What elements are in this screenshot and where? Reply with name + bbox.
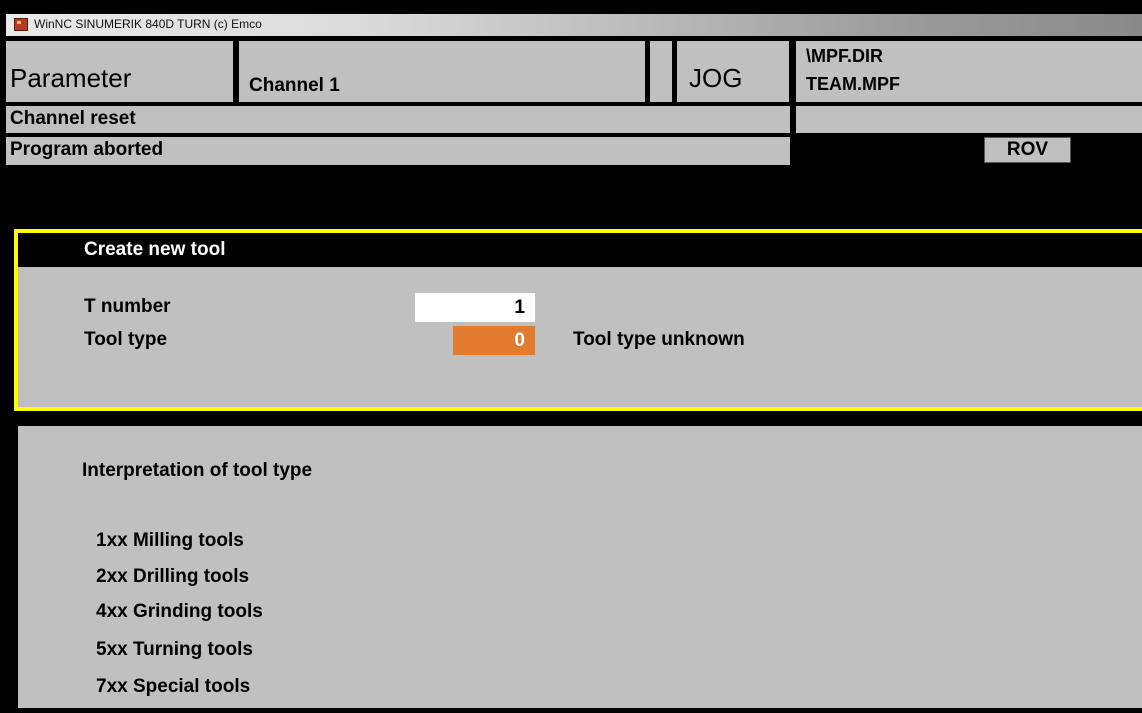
program-info: \MPF.DIR TEAM.MPF [796,41,1142,102]
status-right-blank [796,106,1142,133]
list-item: 7xx Special tools [96,676,251,697]
list-item: 1xx Milling tools [96,530,244,551]
area-label: Parameter [6,41,233,102]
list-item: 5xx Turning tools [96,639,253,660]
program-name: TEAM.MPF [806,74,900,94]
window-titlebar[interactable]: WinNC SINUMERIK 840D TURN (c) Emco [6,14,1142,36]
create-tool-dialog: Create new tool T number 1 Tool type 0 T… [14,229,1142,411]
t-number-input[interactable]: 1 [415,293,535,322]
tool-type-input[interactable]: 0 [453,326,535,355]
tool-type-info-panel: Interpretation of tool type 1xx Milling … [18,426,1142,708]
dialog-header: Create new tool [18,233,1142,267]
tool-type-description: Tool type unknown [573,329,745,350]
dialog-title: Create new tool [84,239,226,260]
list-item: 2xx Drilling tools [96,566,250,587]
t-number-label: T number [84,296,171,317]
tool-type-label: Tool type [84,329,168,350]
rov-indicator: ROV [984,137,1071,163]
info-heading: Interpretation of tool type [82,460,313,481]
window-title: WinNC SINUMERIK 840D TURN (c) Emco [34,17,262,31]
channel-label: Channel 1 [239,41,645,102]
status-line-1: Channel reset [6,106,790,133]
header-blank [650,41,672,102]
list-item: 4xx Grinding tools [96,601,263,622]
program-path: \MPF.DIR [806,46,884,66]
mode-label: JOG [677,41,789,102]
app-icon [14,18,28,31]
status-line-2: Program aborted [6,137,790,165]
